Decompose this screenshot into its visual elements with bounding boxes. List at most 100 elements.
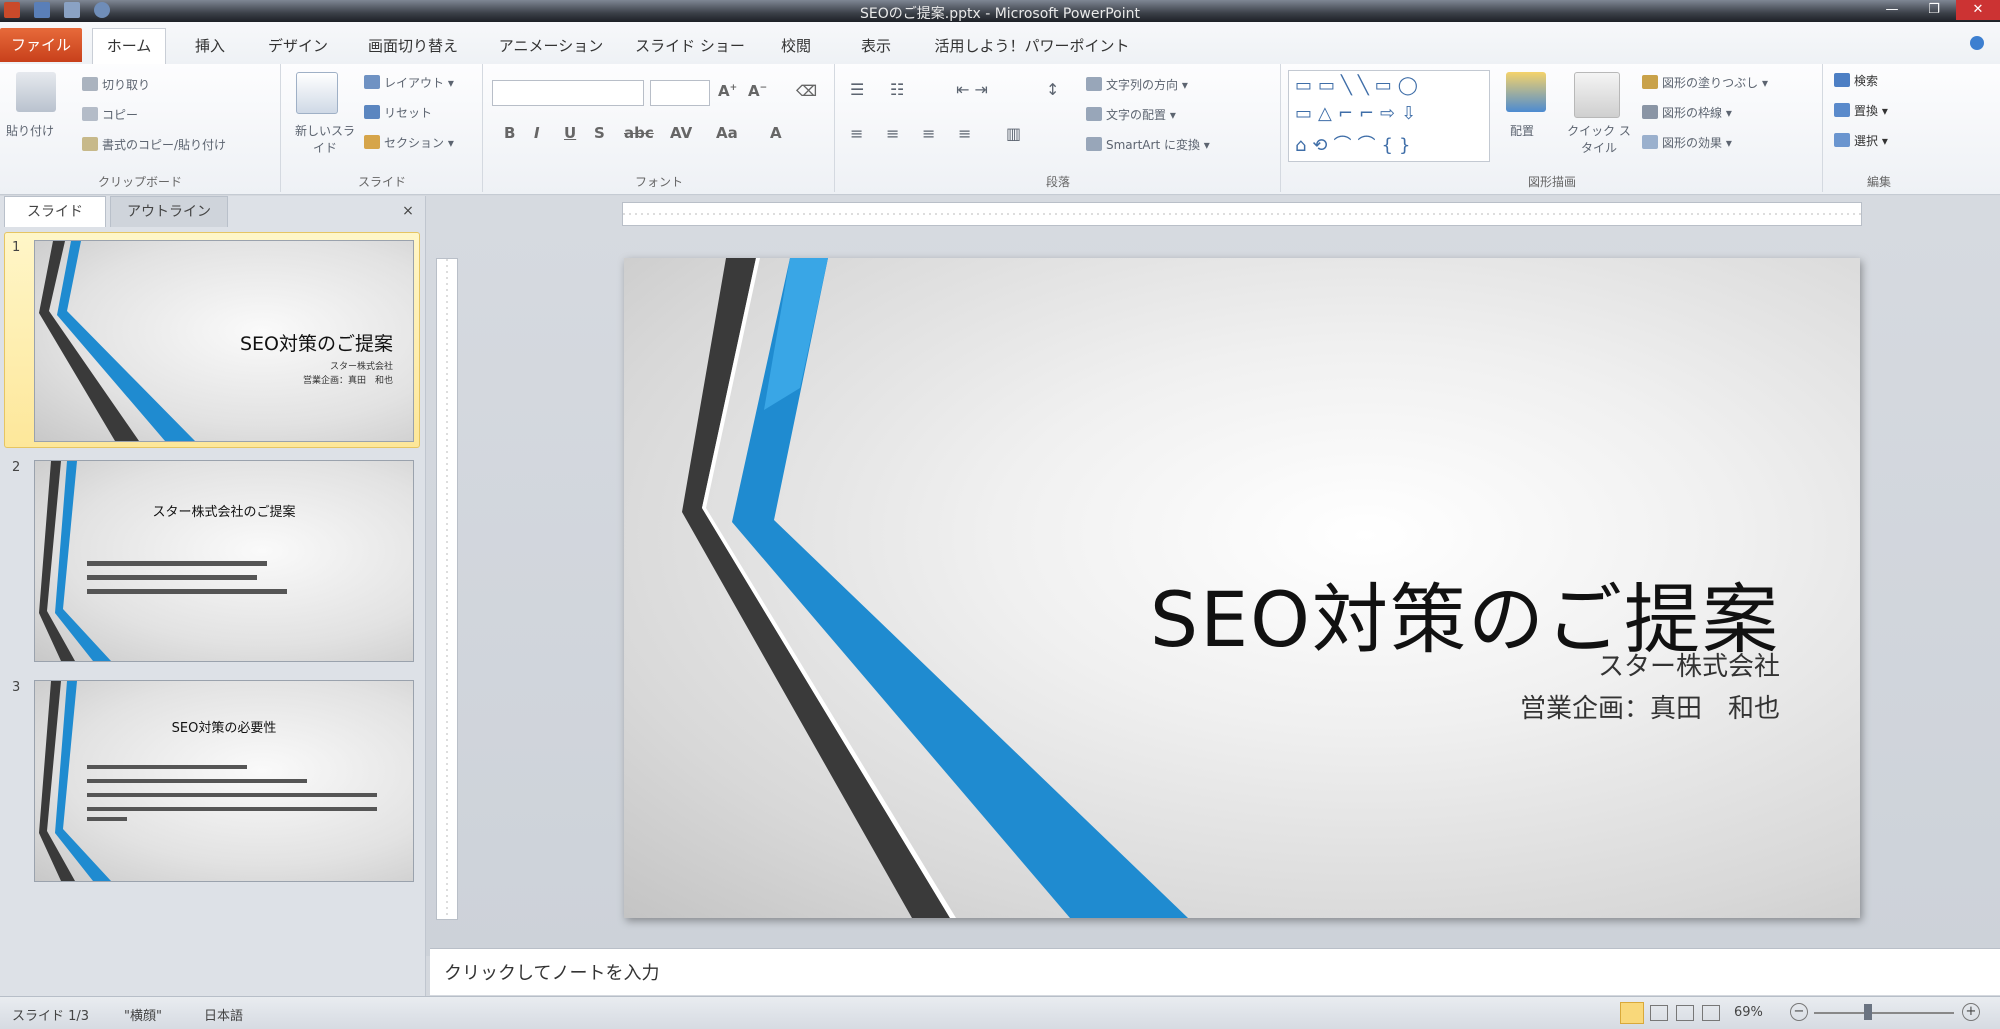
tab-animations[interactable]: アニメーション <box>496 32 606 62</box>
tab-custom[interactable]: 活用しよう！パワーポイント <box>922 32 1142 62</box>
normal-view-icon[interactable] <box>1620 1002 1644 1024</box>
close-pane-button[interactable]: × <box>396 196 420 226</box>
quick-styles-button[interactable]: クイック スタイル <box>1564 122 1634 156</box>
bold-button[interactable]: B <box>504 124 515 142</box>
copy-button[interactable]: コピー <box>82 106 138 123</box>
thumb-bullet-line <box>87 575 257 580</box>
smartart-button[interactable]: SmartArt に変換 ▾ <box>1086 136 1210 153</box>
char-spacing-button[interactable]: AV <box>670 124 692 142</box>
arrange-icon[interactable] <box>1506 72 1546 112</box>
underline-button[interactable]: U <box>564 124 576 142</box>
tab-slideshow[interactable]: スライド ショー <box>630 32 750 62</box>
language[interactable]: 日本語 <box>204 1005 243 1024</box>
thumb-bullet-line <box>87 779 307 783</box>
tab-file[interactable]: ファイル <box>0 28 82 62</box>
tab-review[interactable]: 校閲 <box>766 32 826 62</box>
tab-view[interactable]: 表示 <box>846 32 906 62</box>
group-paragraph: ☰ ☷ ⇤ ⇥ ↕ ≡ ≡ ≡ ≡ ▥ 文字列の方向 ▾ 文字の配置 ▾ Sma… <box>836 64 1281 192</box>
paste-button[interactable]: 貼り付け <box>6 122 54 139</box>
quick-styles-icon[interactable] <box>1574 72 1620 118</box>
columns-button[interactable]: ▥ <box>1006 124 1021 143</box>
arrange-button[interactable]: 配置 <box>1510 122 1534 139</box>
reset-icon <box>364 105 380 119</box>
group-font: A+ A− ⌫ B I U S abc AV Aa A フォント <box>484 64 835 192</box>
horizontal-ruler[interactable] <box>622 202 1862 226</box>
numbering-button[interactable]: ☷ <box>890 80 904 99</box>
title-bar: SEOのご提案.pptx - Microsoft PowerPoint — ❐ … <box>0 0 2000 22</box>
find-button[interactable]: 検索 <box>1834 72 1878 89</box>
shrink-font-button[interactable]: A− <box>748 82 767 100</box>
notes-pane[interactable]: クリックしてノートを入力 <box>430 948 2000 995</box>
tab-design[interactable]: デザイン <box>258 32 338 62</box>
format-painter-button[interactable]: 書式のコピー/貼り付け <box>82 136 226 153</box>
group-label-clipboard: クリップボード <box>97 175 182 189</box>
italic-button[interactable]: I <box>534 124 540 142</box>
shape-outline-button[interactable]: 図形の枠線 ▾ <box>1642 104 1732 121</box>
group-drawing: ▭▭╲╲▭◯ ▭△⌐⌐⇨⇩ ⌂⟲⌒⌒{} 配置 クイック スタイル 図形の塗りつ… <box>1282 64 1823 192</box>
new-slide-icon[interactable] <box>296 72 338 114</box>
zoom-slider[interactable] <box>1814 1012 1954 1014</box>
replace-button[interactable]: 置換 ▾ <box>1834 102 1888 119</box>
tab-outline-pane[interactable]: アウトライン <box>110 196 228 227</box>
font-size-combo[interactable] <box>650 80 710 106</box>
slide-canvas[interactable]: SEO対策のご提案 スター株式会社 営業企画：真田 和也 <box>624 258 1860 918</box>
change-case-button[interactable]: Aa <box>716 124 738 142</box>
paste-icon[interactable] <box>16 72 56 112</box>
bullets-button[interactable]: ☰ <box>850 80 864 99</box>
layout-icon <box>364 75 380 89</box>
tab-insert[interactable]: 挿入 <box>180 32 240 62</box>
group-label-editing: 編集 <box>1866 175 1891 189</box>
line-spacing-button[interactable]: ↕ <box>1046 80 1059 99</box>
thumb-bullet-line <box>87 817 127 821</box>
text-direction-button[interactable]: 文字列の方向 ▾ <box>1086 76 1188 93</box>
group-label-drawing: 図形描画 <box>1527 175 1576 189</box>
zoom-slider-thumb[interactable] <box>1864 1004 1872 1020</box>
section-button[interactable]: セクション ▾ <box>364 134 454 151</box>
tab-home[interactable]: ホーム <box>92 28 166 65</box>
slide-subtitle-company[interactable]: スター株式会社 <box>1598 646 1780 683</box>
reset-button[interactable]: リセット <box>364 104 432 121</box>
shape-effects-button[interactable]: 図形の効果 ▾ <box>1642 134 1732 151</box>
close-window-button[interactable]: ✕ <box>1956 0 2000 20</box>
zoom-level[interactable]: 69% <box>1734 1005 1763 1020</box>
thumb-bullet-line <box>87 561 267 566</box>
align-text-button[interactable]: 文字の配置 ▾ <box>1086 106 1176 123</box>
slideshow-icon[interactable] <box>1702 1005 1720 1021</box>
tab-transitions[interactable]: 画面切り替え <box>358 32 468 62</box>
effects-icon <box>1642 135 1658 149</box>
font-color-button[interactable]: A <box>770 124 782 142</box>
slide-thumbnail-3[interactable]: SEO対策の必要性 <box>34 680 414 882</box>
zoom-in-icon[interactable]: + <box>1962 1003 1980 1021</box>
shadow-button[interactable]: S <box>594 124 605 142</box>
maximize-button[interactable]: ❐ <box>1914 0 1954 20</box>
slide-number: 3 <box>12 680 21 695</box>
vertical-ruler[interactable] <box>436 258 458 920</box>
copy-icon <box>82 107 98 121</box>
cut-button[interactable]: 切り取り <box>82 76 150 93</box>
slide-thumbnail-1[interactable]: SEO対策のご提案 スター株式会社 営業企画：真田 和也 <box>34 240 414 442</box>
indent-button[interactable]: ⇤ ⇥ <box>956 80 988 99</box>
slide-subtitle-presenter[interactable]: 営業企画：真田 和也 <box>1520 688 1780 725</box>
justify-button[interactable]: ≡ <box>958 124 971 143</box>
shapes-gallery[interactable]: ▭▭╲╲▭◯ ▭△⌐⌐⇨⇩ ⌂⟲⌒⌒{} <box>1288 70 1490 162</box>
slide-sorter-icon[interactable] <box>1650 1005 1668 1021</box>
clear-format-icon[interactable]: ⌫ <box>796 82 817 100</box>
reading-view-icon[interactable] <box>1676 1005 1694 1021</box>
align-right-button[interactable]: ≡ <box>922 124 935 143</box>
slide-thumbnail-2[interactable]: スター株式会社のご提案 <box>34 460 414 662</box>
align-left-button[interactable]: ≡ <box>850 124 863 143</box>
theme-name[interactable]: "横顔" <box>124 1005 162 1024</box>
tab-slides-pane[interactable]: スライド <box>4 196 106 227</box>
grow-font-button[interactable]: A+ <box>718 82 737 100</box>
font-name-combo[interactable] <box>492 80 644 106</box>
window-title: SEOのご提案.pptx - Microsoft PowerPoint <box>860 6 1140 22</box>
shape-fill-button[interactable]: 図形の塗りつぶし ▾ <box>1642 74 1768 91</box>
minimize-button[interactable]: — <box>1872 0 1912 20</box>
zoom-out-icon[interactable]: − <box>1790 1003 1808 1021</box>
help-icon[interactable] <box>1970 36 1984 50</box>
strikethrough-button[interactable]: abc <box>624 124 654 142</box>
layout-button[interactable]: レイアウト ▾ <box>364 74 454 91</box>
align-center-button[interactable]: ≡ <box>886 124 899 143</box>
new-slide-button[interactable]: 新しいスライド <box>290 122 360 156</box>
select-button[interactable]: 選択 ▾ <box>1834 132 1888 149</box>
